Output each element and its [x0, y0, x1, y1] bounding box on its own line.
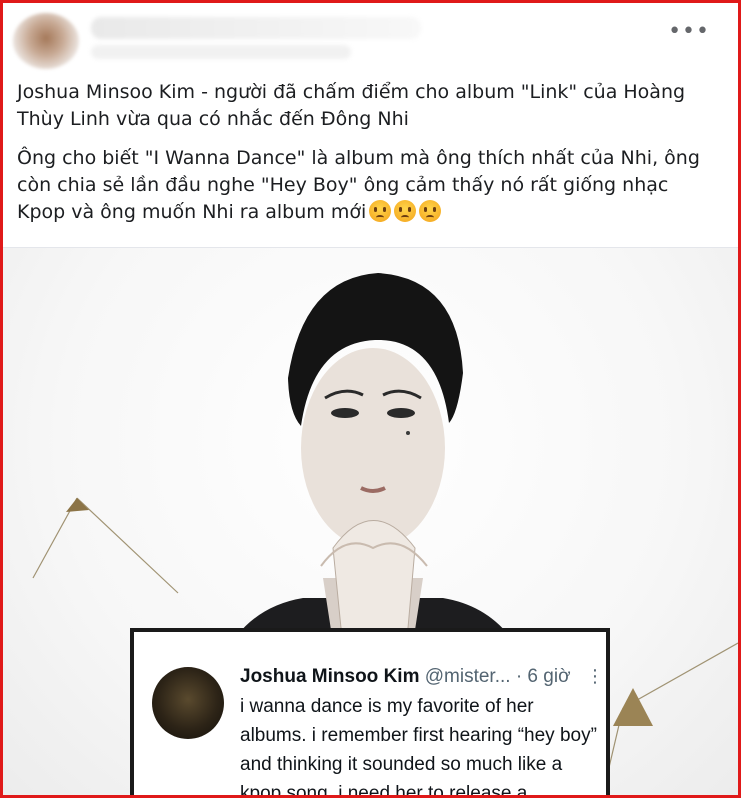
post-header: ••• [3, 3, 738, 71]
post-caption: Joshua Minsoo Kim - người đã chấm điểm c… [17, 79, 717, 238]
tweet-header: Joshua Minsoo Kim @mister... · 6 giờ [240, 666, 571, 688]
gold-triangle-icon [613, 688, 653, 726]
tweet-author-avatar[interactable] [152, 667, 224, 739]
gold-triangle-icon [66, 498, 89, 512]
post-meta-blurred [91, 45, 351, 59]
pleading-face-emoji-icon [419, 200, 442, 222]
pleading-face-emoji-icon [369, 200, 392, 222]
caption-paragraph-2-text: Ông cho biết "I Wanna Dance" là album mà… [17, 147, 700, 223]
caption-paragraph-2: Ông cho biết "I Wanna Dance" là album mà… [17, 145, 717, 226]
tweet-author-name[interactable]: Joshua Minsoo Kim [240, 666, 419, 687]
tweet-text: i wanna dance is my favorite of her albu… [240, 696, 597, 798]
pleading-face-emoji-icon [394, 200, 417, 222]
embedded-tweet[interactable]: Joshua Minsoo Kim @mister... · 6 giờ ⋮ i… [130, 628, 610, 798]
post-card: ••• Joshua Minsoo Kim - người đã chấm đi… [0, 0, 741, 798]
author-name-blurred[interactable] [91, 17, 421, 39]
tweet-time: · 6 giờ [515, 666, 571, 687]
author-avatar[interactable] [13, 13, 79, 69]
caption-paragraph-1: Joshua Minsoo Kim - người đã chấm điểm c… [17, 81, 686, 130]
tweet-handle[interactable]: @mister... [425, 666, 511, 687]
tweet-more-icon[interactable]: ⋮ [586, 666, 604, 687]
more-options-icon[interactable]: ••• [668, 21, 710, 43]
